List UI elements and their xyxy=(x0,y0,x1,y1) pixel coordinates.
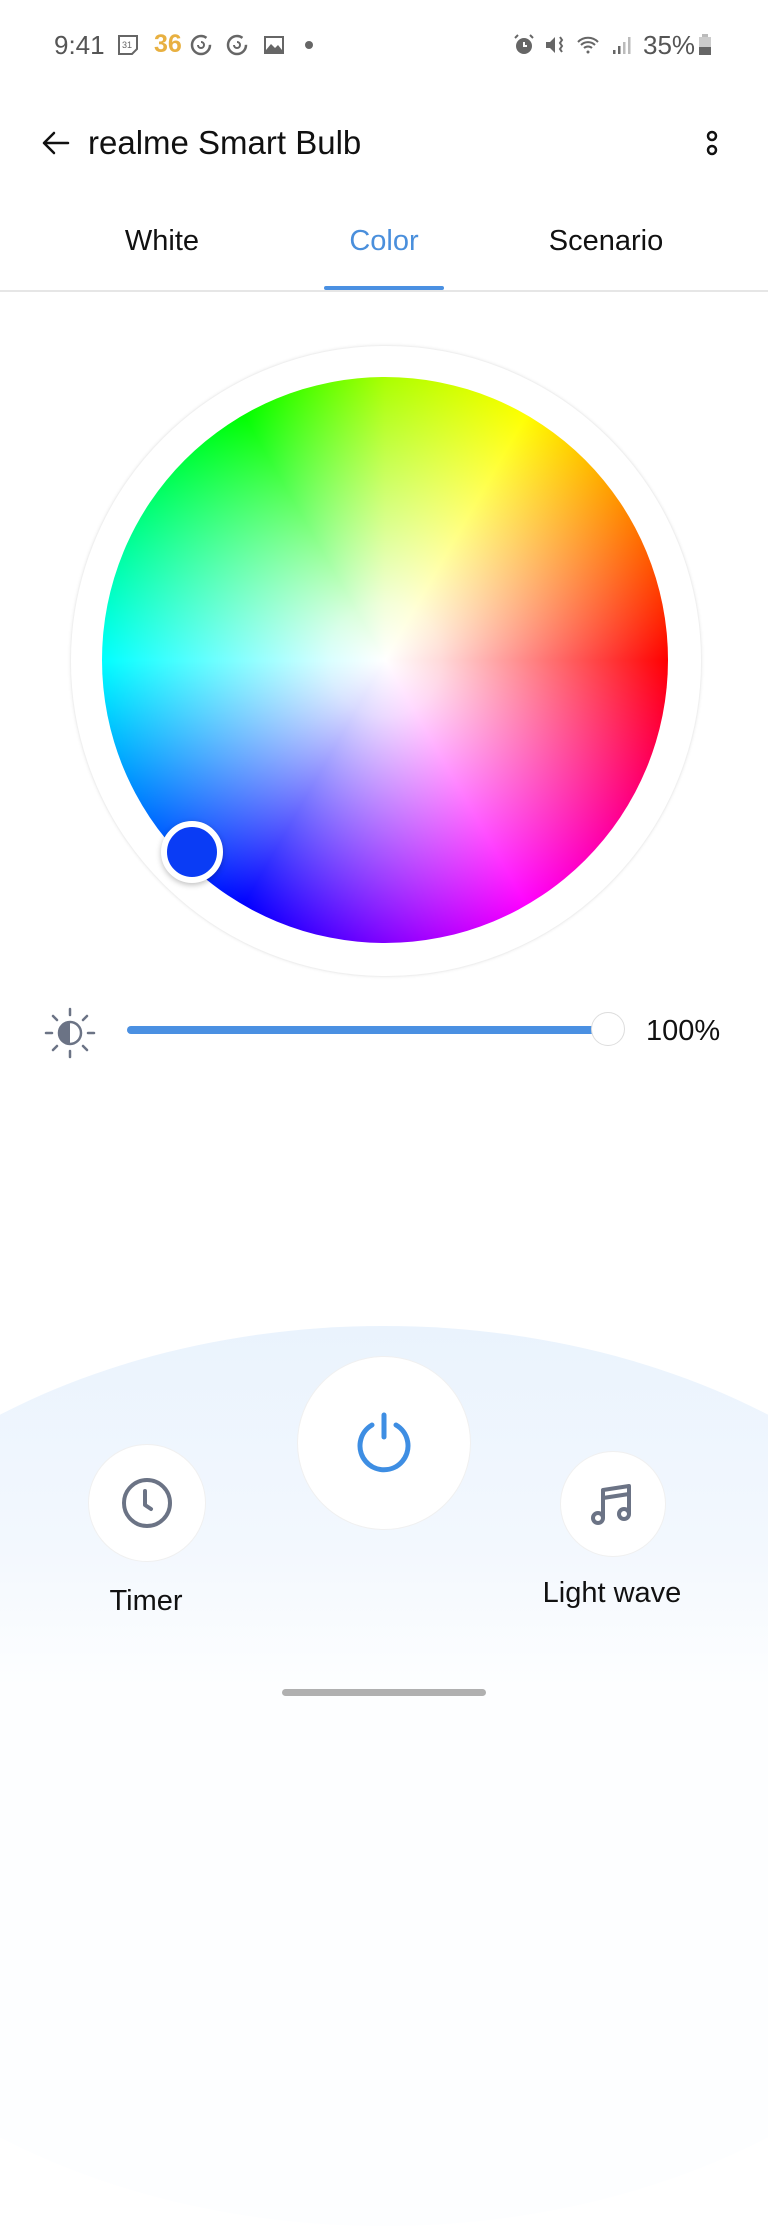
brightness-value: 100% xyxy=(646,1015,721,1047)
brightness-slider[interactable] xyxy=(127,1012,625,1046)
power-button[interactable] xyxy=(297,1356,471,1530)
active-tab-indicator xyxy=(324,286,444,290)
light-wave-button[interactable] xyxy=(560,1451,666,1557)
music-note-icon xyxy=(591,1484,631,1525)
more-options-button[interactable] xyxy=(700,126,724,162)
page-title: realme Smart Bulb xyxy=(88,124,362,161)
battery-icon xyxy=(699,34,711,55)
tab-white[interactable]: White xyxy=(52,225,272,258)
svg-text:31: 31 xyxy=(122,40,132,50)
battery-percent: 35% xyxy=(643,30,696,60)
timer-label: Timer xyxy=(109,1585,183,1617)
brightness-icon xyxy=(44,1007,96,1059)
wifi-icon xyxy=(577,36,599,54)
sync-icon xyxy=(226,34,248,56)
power-icon xyxy=(357,1412,411,1473)
alarm-icon xyxy=(514,34,534,54)
slider-fill xyxy=(127,1026,607,1034)
mute-vibrate-icon xyxy=(546,36,564,53)
signal-icon xyxy=(613,37,631,54)
gallery-icon xyxy=(264,36,284,54)
tab-bar: White Color Scenario xyxy=(0,195,768,292)
tab-scenario[interactable]: Scenario xyxy=(496,225,716,258)
timer-button[interactable] xyxy=(88,1444,206,1562)
sync-icon xyxy=(190,34,212,56)
dot-icon xyxy=(305,41,313,49)
back-button[interactable] xyxy=(38,125,74,161)
notification-count: 36 xyxy=(154,30,182,58)
tab-color[interactable]: Color xyxy=(274,225,494,258)
status-bar: 9:41 31 36 35% xyxy=(0,0,768,90)
status-time: 9:41 xyxy=(54,30,105,60)
clock-icon xyxy=(122,1478,172,1528)
home-indicator[interactable] xyxy=(282,1689,486,1696)
light-wave-label: Light wave xyxy=(542,1577,682,1609)
calendar-icon: 31 xyxy=(118,35,138,55)
color-picker-handle[interactable] xyxy=(161,821,223,883)
slider-thumb[interactable] xyxy=(591,1012,625,1046)
